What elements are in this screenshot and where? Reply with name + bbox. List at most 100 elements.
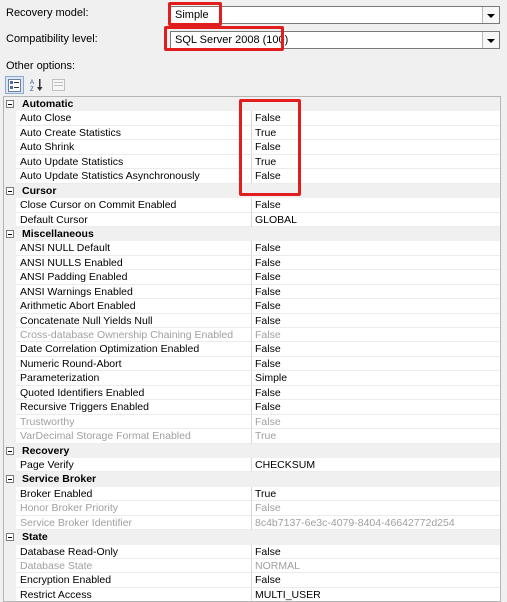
property-row[interactable]: Database Read-Only False bbox=[4, 544, 500, 559]
category-row[interactable]: Recovery bbox=[4, 443, 500, 458]
property-value[interactable]: False bbox=[252, 256, 500, 271]
gutter bbox=[4, 154, 16, 170]
property-name: Concatenate Null Yields Null bbox=[16, 313, 252, 328]
gutter bbox=[4, 501, 16, 516]
property-value[interactable]: GLOBAL bbox=[252, 213, 500, 227]
property-row[interactable]: ANSI NULL Default False bbox=[4, 241, 500, 256]
gutter bbox=[4, 356, 16, 372]
property-name: Restrict Access bbox=[16, 587, 252, 601]
category-row[interactable]: Miscellaneous bbox=[4, 226, 500, 242]
property-row[interactable]: Cross-database Ownership Chaining Enable… bbox=[4, 328, 500, 343]
collapse-icon[interactable] bbox=[6, 446, 14, 455]
property-name: Trustworthy bbox=[16, 414, 252, 430]
property-row[interactable]: Arithmetic Abort Enabled False bbox=[4, 299, 500, 314]
property-value[interactable]: False bbox=[252, 357, 500, 372]
property-row[interactable]: Concatenate Null Yields Null False bbox=[4, 313, 500, 328]
gutter bbox=[4, 140, 16, 155]
property-row[interactable]: Parameterization Simple bbox=[4, 371, 500, 386]
collapse-icon[interactable] bbox=[6, 186, 14, 195]
gutter bbox=[4, 559, 16, 574]
gutter bbox=[4, 97, 16, 112]
gutter bbox=[4, 313, 16, 328]
gutter bbox=[4, 573, 16, 588]
property-name: Honor Broker Priority bbox=[16, 501, 252, 516]
category-name: Miscellaneous bbox=[22, 227, 94, 240]
property-row[interactable]: ANSI Padding Enabled False bbox=[4, 270, 500, 285]
property-row[interactable]: Restrict Access MULTI_USER bbox=[4, 587, 500, 601]
property-row[interactable]: Recursive Triggers Enabled False bbox=[4, 400, 500, 415]
collapse-icon[interactable] bbox=[6, 475, 14, 484]
property-row[interactable]: Honor Broker Priority False bbox=[4, 501, 500, 516]
gutter bbox=[4, 270, 16, 285]
gutter bbox=[4, 241, 16, 256]
gutter bbox=[4, 299, 16, 314]
property-row[interactable]: Numeric Round-Abort False bbox=[4, 356, 500, 372]
other-options-label: Other options: bbox=[6, 60, 76, 72]
gutter bbox=[4, 385, 16, 401]
chevron-down-icon[interactable] bbox=[482, 7, 499, 23]
property-value[interactable]: False bbox=[252, 342, 500, 357]
property-row[interactable]: Service Broker Identifier 8c4b7137-6e3c-4… bbox=[4, 515, 500, 531]
gutter bbox=[4, 328, 16, 343]
gutter bbox=[4, 587, 16, 601]
gutter bbox=[4, 544, 16, 559]
property-value[interactable]: Simple bbox=[252, 371, 500, 386]
property-row[interactable]: Close Cursor on Commit Enabled False bbox=[4, 198, 500, 213]
property-name: ANSI NULL Default bbox=[16, 241, 252, 256]
property-value[interactable]: False bbox=[252, 573, 500, 588]
property-value[interactable]: False bbox=[252, 241, 500, 256]
property-row[interactable]: Broker Enabled True bbox=[4, 486, 500, 502]
category-row[interactable]: Service Broker bbox=[4, 472, 500, 487]
property-row[interactable]: Quoted Identifiers Enabled False bbox=[4, 385, 500, 401]
chevron-down-icon[interactable] bbox=[482, 32, 499, 48]
property-row[interactable]: Trustworthy False bbox=[4, 414, 500, 430]
collapse-icon[interactable] bbox=[6, 229, 14, 238]
category-name: State bbox=[22, 531, 48, 544]
property-pages-icon[interactable] bbox=[49, 76, 68, 94]
property-row[interactable]: VarDecimal Storage Format Enabled True bbox=[4, 429, 500, 444]
property-value[interactable]: False bbox=[252, 545, 500, 559]
category-row[interactable]: State bbox=[4, 530, 500, 545]
category-name: Service Broker bbox=[22, 473, 97, 486]
property-value[interactable]: CHECKSUM bbox=[252, 458, 500, 473]
property-name: Service Broker Identifier bbox=[16, 515, 252, 531]
property-row[interactable]: Page Verify CHECKSUM bbox=[4, 457, 500, 473]
gutter bbox=[4, 414, 16, 430]
property-value[interactable]: True bbox=[252, 487, 500, 502]
property-value: False bbox=[252, 501, 500, 516]
property-value[interactable]: False bbox=[252, 285, 500, 300]
gutter bbox=[4, 371, 16, 386]
property-value[interactable]: False bbox=[252, 270, 500, 285]
property-name: Database Read-Only bbox=[16, 544, 252, 559]
gutter bbox=[4, 472, 16, 487]
collapse-icon[interactable] bbox=[6, 100, 14, 108]
property-name: Auto Create Statistics bbox=[16, 125, 252, 141]
collapse-icon[interactable] bbox=[6, 533, 14, 542]
property-row[interactable]: Database State NORMAL bbox=[4, 559, 500, 574]
property-value[interactable]: False bbox=[252, 400, 500, 415]
property-row[interactable]: ANSI NULLS Enabled False bbox=[4, 255, 500, 271]
property-value[interactable]: False bbox=[252, 198, 500, 213]
property-value[interactable]: False bbox=[252, 299, 500, 314]
property-grid-toolbar: A Z bbox=[5, 76, 68, 96]
property-row[interactable]: Default Cursor GLOBAL bbox=[4, 212, 500, 227]
property-row[interactable]: Encryption Enabled False bbox=[4, 573, 500, 588]
gutter bbox=[4, 169, 16, 184]
property-row[interactable]: Date Correlation Optimization Enabled Fal… bbox=[4, 342, 500, 357]
categorized-icon[interactable] bbox=[5, 76, 24, 94]
gutter bbox=[4, 284, 16, 300]
property-value[interactable]: False bbox=[252, 314, 500, 328]
category-name: Recovery bbox=[22, 444, 70, 457]
gutter bbox=[4, 443, 16, 458]
property-name: Auto Update Statistics Asynchronously bbox=[16, 169, 252, 184]
property-name: ANSI NULLS Enabled bbox=[16, 255, 252, 271]
gutter bbox=[4, 212, 16, 227]
property-value: NORMAL bbox=[252, 559, 500, 574]
property-row[interactable]: ANSI Warnings Enabled False bbox=[4, 284, 500, 300]
alphabetical-icon[interactable]: A Z bbox=[27, 76, 46, 94]
gutter bbox=[4, 125, 16, 141]
property-value[interactable]: False bbox=[252, 386, 500, 401]
property-value[interactable]: MULTI_USER bbox=[252, 588, 500, 601]
property-value: False bbox=[252, 415, 500, 430]
svg-text:A: A bbox=[30, 80, 34, 86]
